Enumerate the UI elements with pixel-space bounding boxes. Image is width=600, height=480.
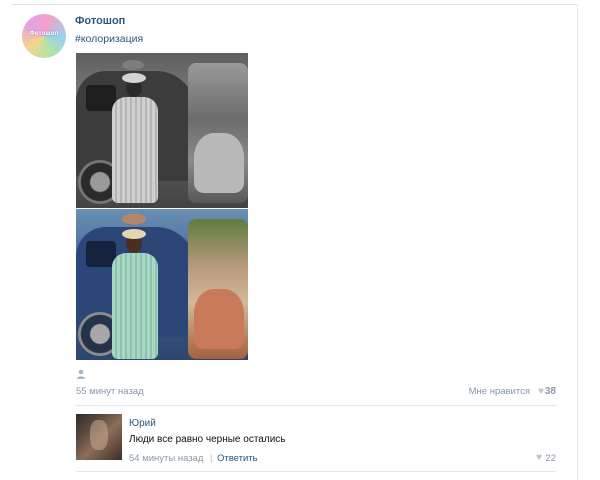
reply-button[interactable]: Ответить: [217, 453, 258, 464]
comments-divider: [76, 405, 556, 406]
post-hashtag[interactable]: #колоризация: [75, 33, 143, 45]
top-divider: [12, 4, 578, 5]
heart-icon[interactable]: ♥: [536, 452, 542, 463]
post-author-link[interactable]: Фотошоп: [75, 15, 125, 27]
group-avatar[interactable]: Фотошоп: [22, 14, 66, 58]
post-like-count[interactable]: 38: [545, 386, 556, 397]
person-icon[interactable]: [76, 369, 86, 379]
woman-hat-shape: [122, 229, 146, 239]
comment-bottom-divider: [76, 471, 556, 472]
post-photo-original[interactable]: [76, 53, 248, 208]
avatar-logo-text: Фотошоп: [29, 31, 59, 37]
comment-author-avatar[interactable]: [76, 414, 122, 460]
woman-dress-shape: [112, 97, 158, 203]
sacks-shape: [194, 289, 244, 349]
comment-text: Люди все равно черные остались: [129, 434, 286, 445]
comment-author-link[interactable]: Юрий: [129, 418, 156, 429]
comment-like-count[interactable]: 22: [545, 453, 556, 464]
comment-timestamp[interactable]: 54 минуты назад: [129, 453, 203, 464]
post-photo-colorized[interactable]: [76, 209, 248, 360]
like-button-label[interactable]: Мне нравится: [469, 386, 530, 397]
post-timestamp[interactable]: 55 минут назад: [76, 386, 144, 397]
sacks-shape: [194, 133, 244, 193]
right-border: [577, 4, 578, 480]
woman-hat-shape: [122, 73, 146, 83]
heart-icon[interactable]: ♥: [538, 386, 544, 397]
comment-meta-separator: |: [210, 453, 213, 464]
woman-dress-shape: [112, 253, 158, 359]
